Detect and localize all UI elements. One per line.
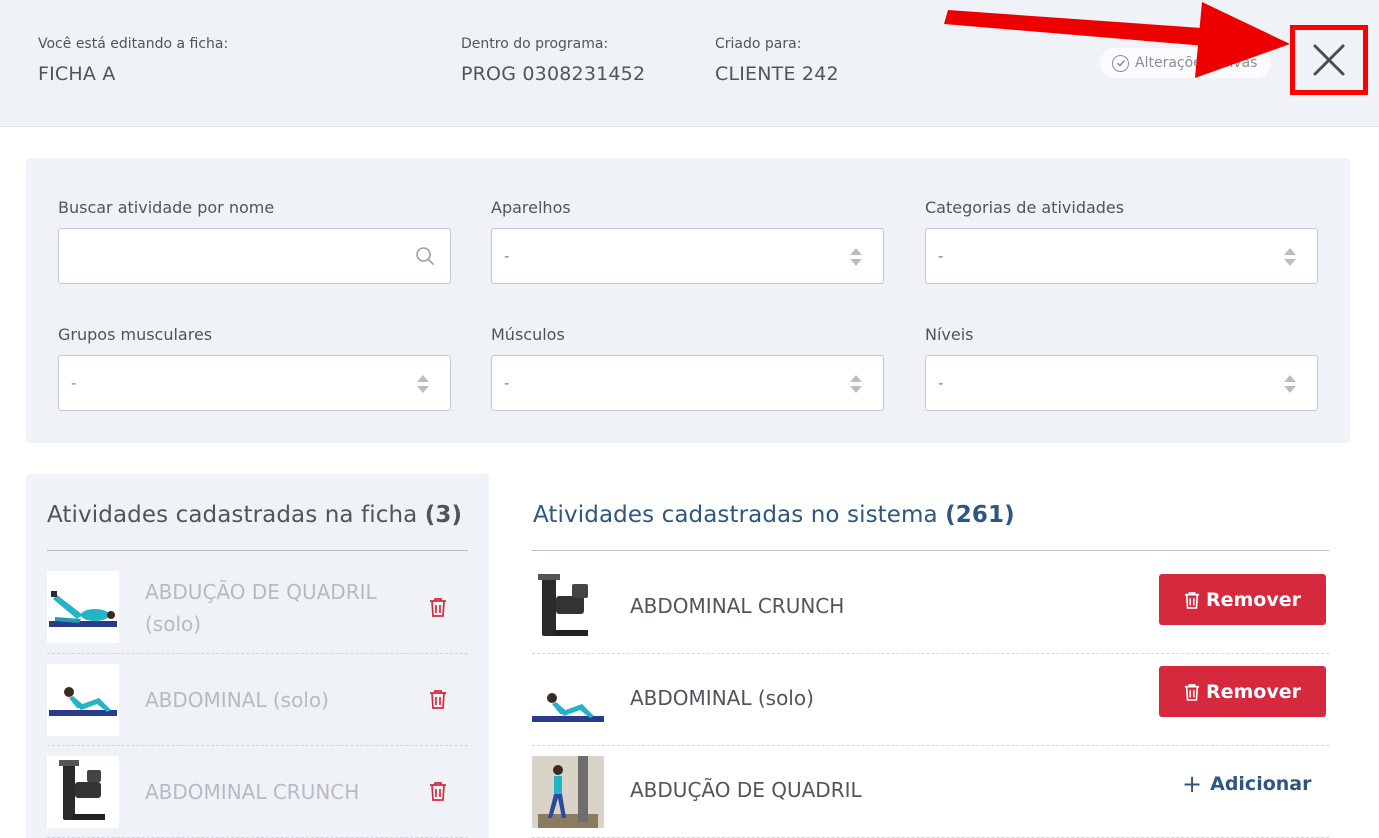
editor-header: Você está editando a ficha: FICHA A Dent… bbox=[0, 0, 1379, 127]
trash-icon[interactable] bbox=[429, 689, 447, 709]
created-for-value: CLIENTE 242 bbox=[715, 63, 839, 85]
updown-icon bbox=[850, 248, 862, 266]
updown-icon bbox=[1284, 375, 1296, 393]
devices-select[interactable]: - bbox=[491, 228, 884, 284]
remove-button[interactable]: Remover bbox=[1159, 666, 1326, 717]
sheet-activities-title: Atividades cadastradas na ficha (3) bbox=[47, 502, 462, 528]
levels-field: Níveis - bbox=[925, 325, 1318, 411]
muscles-select[interactable]: - bbox=[491, 355, 884, 411]
table-row: ABDUÇÃO DE QUADRIL + Adicionar bbox=[532, 746, 1329, 838]
divider bbox=[47, 550, 468, 551]
system-title-text: Atividades cadastradas no sistema bbox=[533, 502, 938, 528]
categories-select[interactable]: - bbox=[925, 228, 1318, 284]
activity-thumbnail bbox=[532, 572, 604, 644]
muscles-field: Músculos - bbox=[491, 325, 884, 411]
trash-icon[interactable] bbox=[429, 781, 447, 801]
search-input[interactable] bbox=[71, 247, 401, 265]
levels-select[interactable]: - bbox=[925, 355, 1318, 411]
plus-icon: + bbox=[1182, 770, 1203, 798]
remove-label: Remover bbox=[1205, 680, 1301, 703]
list-item: ABDOMINAL (solo) bbox=[47, 654, 468, 746]
program-value: PROG 0308231452 bbox=[461, 63, 646, 85]
updown-icon bbox=[417, 375, 429, 393]
activity-thumbnail bbox=[47, 664, 119, 736]
activity-thumbnail bbox=[47, 756, 119, 828]
divider bbox=[532, 550, 1329, 551]
created-for-info: Criado para: CLIENTE 242 bbox=[715, 35, 839, 86]
add-button[interactable]: + Adicionar bbox=[1182, 766, 1311, 802]
sheet-count: (3) bbox=[424, 502, 463, 528]
updown-icon bbox=[1284, 248, 1296, 266]
system-count: (261) bbox=[945, 502, 1015, 528]
muscles-label: Músculos bbox=[491, 325, 565, 344]
table-row: ABDOMINAL CRUNCH Remover bbox=[532, 562, 1329, 654]
activity-name: ABDOMINAL CRUNCH bbox=[145, 780, 360, 804]
activity-name: ABDOMINAL (solo) bbox=[145, 688, 329, 712]
activity-thumbnail bbox=[532, 664, 604, 736]
remove-button[interactable]: Remover bbox=[1159, 574, 1326, 625]
filter-panel: Buscar atividade por nome Aparelhos - Ca… bbox=[26, 158, 1350, 443]
categories-field: Categorias de atividades - bbox=[925, 198, 1318, 284]
search-icon bbox=[416, 247, 434, 265]
activity-thumbnail bbox=[532, 756, 604, 828]
muscle-groups-select[interactable]: - bbox=[58, 355, 451, 411]
trash-icon[interactable] bbox=[429, 597, 447, 617]
trash-icon bbox=[1184, 683, 1200, 701]
saved-status-badge: Alterações salvas bbox=[1100, 48, 1272, 78]
created-for-label: Criado para: bbox=[715, 36, 802, 52]
activity-name: ABDOMINAL (solo) bbox=[630, 686, 814, 710]
search-label: Buscar atividade por nome bbox=[58, 198, 275, 217]
updown-icon bbox=[850, 375, 862, 393]
activity-name-line: (solo) bbox=[145, 612, 202, 636]
muscles-value: - bbox=[504, 374, 510, 392]
close-icon bbox=[1313, 44, 1345, 76]
close-button[interactable] bbox=[1290, 25, 1368, 95]
editing-sheet-info: Você está editando a ficha: FICHA A bbox=[38, 35, 228, 86]
levels-label: Níveis bbox=[925, 325, 974, 344]
devices-value: - bbox=[504, 247, 510, 265]
editing-sheet-value: FICHA A bbox=[38, 63, 116, 85]
check-circle-icon bbox=[1112, 54, 1129, 72]
program-info: Dentro do programa: PROG 0308231452 bbox=[461, 35, 645, 86]
categories-value: - bbox=[938, 247, 944, 265]
activity-name: ABDOMINAL CRUNCH bbox=[630, 594, 845, 618]
saved-status-text: Alterações salvas bbox=[1135, 55, 1258, 71]
muscle-groups-value: - bbox=[71, 374, 77, 392]
devices-field: Aparelhos - bbox=[491, 198, 884, 284]
list-item: ABDUÇÃO DE QUADRIL (solo) bbox=[47, 562, 468, 654]
search-field: Buscar atividade por nome bbox=[58, 198, 451, 284]
search-box[interactable] bbox=[58, 228, 451, 284]
editing-sheet-label: Você está editando a ficha: bbox=[38, 36, 229, 52]
activity-name: ABDUÇÃO DE QUADRIL bbox=[630, 778, 862, 802]
activity-thumbnail bbox=[47, 571, 119, 643]
add-label: Adicionar bbox=[1210, 773, 1312, 795]
program-label: Dentro do programa: bbox=[461, 36, 609, 52]
trash-icon bbox=[1184, 591, 1200, 609]
sheet-activities-card: Atividades cadastradas na ficha (3) ABDU… bbox=[26, 474, 489, 838]
table-row: ABDOMINAL (solo) Remover bbox=[532, 654, 1329, 746]
system-activities-title: Atividades cadastradas no sistema (261) bbox=[533, 502, 1015, 528]
activity-name: ABDUÇÃO DE QUADRIL (solo) bbox=[145, 576, 377, 640]
categories-label: Categorias de atividades bbox=[925, 198, 1125, 217]
remove-label: Remover bbox=[1205, 588, 1301, 611]
levels-value: - bbox=[938, 374, 944, 392]
muscle-groups-label: Grupos musculares bbox=[58, 325, 213, 344]
devices-label: Aparelhos bbox=[491, 198, 571, 217]
list-item: ABDOMINAL CRUNCH bbox=[47, 746, 468, 838]
sheet-title-text: Atividades cadastradas na ficha bbox=[47, 502, 418, 528]
activity-name-line: ABDUÇÃO DE QUADRIL bbox=[145, 580, 377, 604]
muscle-groups-field: Grupos musculares - bbox=[58, 325, 451, 411]
